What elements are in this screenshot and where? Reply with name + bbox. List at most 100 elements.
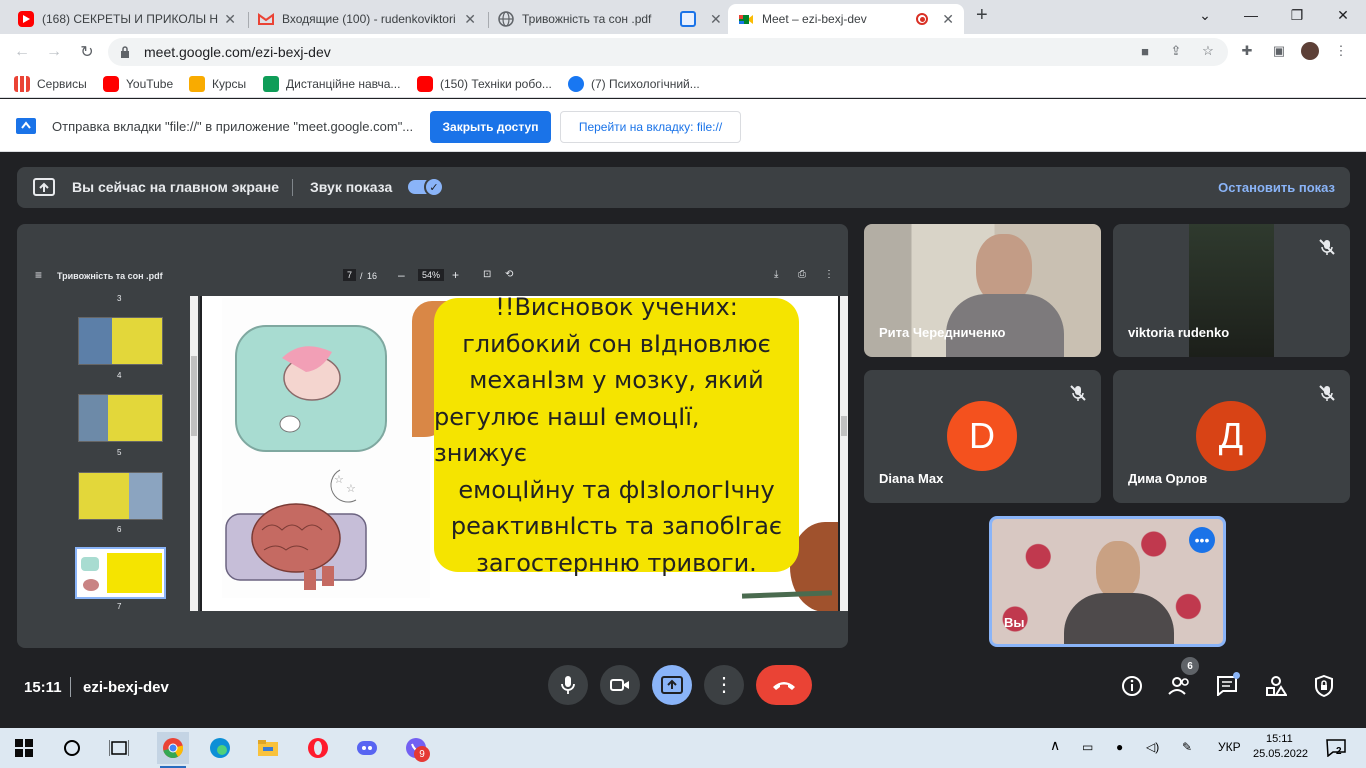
- camera-button[interactable]: [600, 665, 640, 705]
- restore-icon[interactable]: ❐: [1274, 0, 1320, 30]
- clock-date[interactable]: 25.05.2022: [1253, 748, 1308, 760]
- slide-illustration: ☆ ☆: [222, 298, 430, 598]
- bookmark-youtube[interactable]: YouTube: [103, 76, 173, 92]
- camera-icon[interactable]: ■: [1136, 42, 1154, 60]
- tab-gmail[interactable]: Входящие (100) - rudenkoviktori ✕: [248, 4, 486, 34]
- stop-sharing-button[interactable]: Закрыть доступ: [430, 111, 551, 143]
- tab-youtube[interactable]: (168) СЕКРЕТЫ И ПРИКОЛЫ НОВ ✕: [8, 4, 246, 34]
- chevron-up-icon[interactable]: ∧: [1050, 737, 1060, 754]
- close-icon[interactable]: ✕: [942, 11, 954, 28]
- pdf-thumbnail[interactable]: [78, 317, 163, 365]
- battery-icon[interactable]: ▭: [1082, 740, 1093, 754]
- more-options-icon[interactable]: •••: [1189, 527, 1215, 553]
- bookmark-apps[interactable]: Сервисы: [14, 76, 87, 92]
- extensions-icon[interactable]: ✚: [1238, 42, 1256, 60]
- more-icon[interactable]: ⋮: [824, 269, 834, 280]
- pdf-thumbnail[interactable]: [78, 394, 163, 442]
- youtube-icon: [103, 76, 119, 92]
- share-audio-toggle[interactable]: ✓: [408, 177, 444, 197]
- pdf-page-input[interactable]: 7: [343, 269, 357, 281]
- search-icon[interactable]: [60, 736, 84, 760]
- pdf-title: Тривожність та сон .pdf: [57, 271, 163, 281]
- chrome-icon[interactable]: [157, 732, 189, 764]
- bookmark-facebook[interactable]: (7) Психологічний...: [568, 76, 700, 92]
- close-icon[interactable]: ✕: [710, 11, 722, 28]
- bookmark-courses[interactable]: Курсы: [189, 76, 246, 92]
- task-view-icon[interactable]: [107, 736, 131, 760]
- zoom-in-icon[interactable]: +: [452, 268, 459, 282]
- notifications-count: 2: [1336, 746, 1342, 757]
- close-icon[interactable]: ✕: [224, 11, 236, 28]
- file-explorer-icon[interactable]: [256, 736, 280, 760]
- window-close-icon[interactable]: ✕: [1320, 0, 1366, 30]
- minimize-icon[interactable]: —: [1228, 0, 1274, 30]
- tab-strip: (168) СЕКРЕТЫ И ПРИКОЛЫ НОВ ✕ Входящие (…: [0, 0, 1366, 34]
- tab-search-icon[interactable]: ⌄: [1182, 0, 1228, 30]
- bookmark-label: YouTube: [126, 77, 174, 91]
- participant-tile[interactable]: viktoria rudenko: [1113, 224, 1350, 357]
- pdf-scrollbar[interactable]: [840, 296, 848, 611]
- people-icon[interactable]: [1168, 674, 1192, 698]
- pdf-zoom-level[interactable]: 54%: [418, 269, 445, 281]
- participant-tile[interactable]: Рита Чередниченко: [864, 224, 1101, 357]
- download-icon[interactable]: ⤓: [774, 269, 778, 280]
- discord-icon[interactable]: [355, 736, 379, 760]
- pdf-thumbnail[interactable]: [78, 472, 163, 520]
- switch-tab-button[interactable]: Перейти на вкладку: file://: [560, 111, 741, 143]
- opera-icon[interactable]: [306, 736, 330, 760]
- pen-icon[interactable]: ✎: [1182, 740, 1192, 754]
- fit-page-icon[interactable]: ⊡: [483, 269, 491, 280]
- forward-icon[interactable]: →: [42, 40, 66, 64]
- svg-text:☆: ☆: [346, 482, 356, 495]
- reload-icon[interactable]: ↻: [75, 40, 99, 64]
- present-screen-icon: [661, 676, 683, 694]
- check-icon: ✓: [424, 177, 444, 197]
- tab-meet[interactable]: Meet – ezi-bexj-dev ✕: [728, 4, 964, 34]
- bookmark-distance[interactable]: Дистанційне навча...: [263, 76, 400, 92]
- close-icon[interactable]: ✕: [464, 11, 476, 28]
- tab-blank[interactable]: ✕: [670, 4, 728, 34]
- pdf-thumbnails: 3 4 5 6 7: [35, 294, 208, 612]
- thumb-number: 5: [117, 448, 122, 457]
- host-controls-icon[interactable]: [1312, 674, 1336, 698]
- bookmark-techniques[interactable]: (150) Техніки робо...: [417, 76, 552, 92]
- more-options-button[interactable]: ⋮: [704, 665, 744, 705]
- profile-avatar[interactable]: [1301, 42, 1319, 60]
- mic-button[interactable]: [548, 665, 588, 705]
- language-indicator[interactable]: УКР: [1218, 740, 1241, 754]
- tab-pdf[interactable]: Тривожність та сон .pdf: [488, 4, 668, 34]
- print-icon[interactable]: ⎙: [798, 269, 806, 280]
- mic-off-icon: [1319, 385, 1335, 401]
- presenting-status: Вы сейчас на главном экране: [72, 179, 280, 195]
- share-icon[interactable]: ⇪: [1167, 42, 1185, 60]
- microphone-tray-icon[interactable]: ●: [1116, 740, 1123, 754]
- thumbnail-scrollbar[interactable]: [190, 296, 198, 611]
- stop-presenting-button[interactable]: Остановить показ: [1218, 180, 1335, 195]
- back-icon[interactable]: ←: [10, 40, 34, 64]
- edge-icon[interactable]: [208, 736, 232, 760]
- classroom-icon: [189, 76, 205, 92]
- rotate-icon[interactable]: ⟲: [505, 269, 513, 280]
- windows-start-icon[interactable]: [12, 736, 36, 760]
- present-button[interactable]: [652, 665, 692, 705]
- pdf-thumbnail-active[interactable]: [75, 547, 166, 599]
- apps-icon: [14, 76, 30, 92]
- address-bar[interactable]: meet.google.com/ezi-bexj-dev: [108, 38, 1228, 66]
- star-icon[interactable]: ☆: [1199, 42, 1217, 60]
- menu-icon[interactable]: ⋮: [1332, 42, 1350, 60]
- facebook-icon: [568, 76, 584, 92]
- self-tile[interactable]: ••• Вы: [989, 516, 1226, 647]
- activities-icon[interactable]: [1264, 674, 1288, 698]
- participant-tile[interactable]: Д Дима Орлов: [1113, 370, 1350, 503]
- pdf-menu-icon[interactable]: ≡: [35, 268, 42, 282]
- zoom-out-icon[interactable]: –: [398, 268, 405, 282]
- clock-time[interactable]: 15:11: [1266, 733, 1293, 745]
- speaker-icon[interactable]: ◁): [1146, 740, 1159, 754]
- new-tab-button[interactable]: +: [976, 4, 988, 27]
- chat-icon[interactable]: [1216, 672, 1240, 698]
- leave-call-button[interactable]: [756, 665, 812, 705]
- info-icon[interactable]: [1120, 674, 1144, 698]
- sidepanel-icon[interactable]: ▣: [1270, 42, 1288, 60]
- mic-icon: [561, 676, 575, 694]
- participant-tile[interactable]: D Diana Max: [864, 370, 1101, 503]
